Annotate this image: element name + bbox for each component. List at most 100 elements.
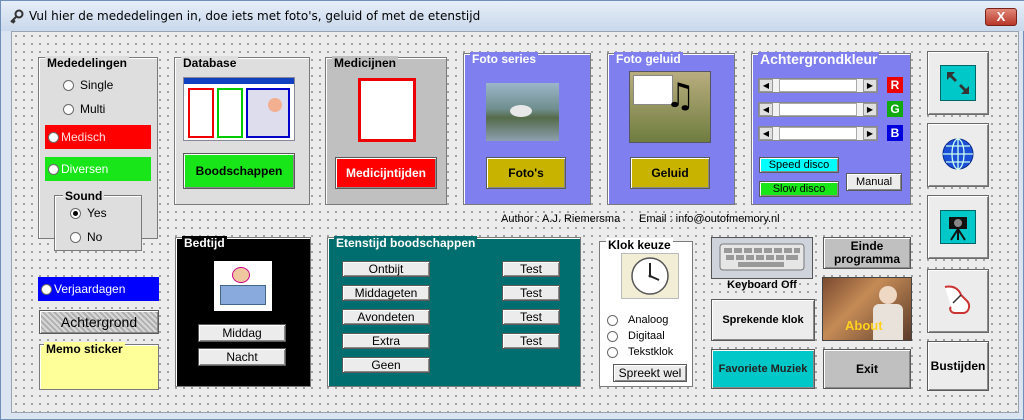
green-scrollbar[interactable]: ◀ ▶ xyxy=(758,102,878,117)
resize-button[interactable] xyxy=(927,51,989,115)
pointer-button[interactable] xyxy=(927,269,989,333)
clock-icon xyxy=(621,253,679,299)
nacht-button[interactable]: Nacht xyxy=(198,348,286,366)
red-scroll-left-icon[interactable]: ◀ xyxy=(759,79,773,92)
achtergrond-button[interactable]: Achtergrond xyxy=(39,310,159,334)
foto-series-title: Foto series xyxy=(470,52,539,66)
sound-yes-circle[interactable] xyxy=(70,207,81,219)
author-label: Author : A.J. Riemersma xyxy=(501,213,621,225)
memo-sticker[interactable]: Memo sticker xyxy=(39,342,159,390)
bedtijd-title: Bedtijd xyxy=(182,236,227,250)
sound-no-label: No xyxy=(87,230,103,244)
diversen-radio-circle[interactable] xyxy=(48,163,59,175)
about-label: About xyxy=(845,318,883,333)
tekstklok-radio-circle[interactable] xyxy=(607,346,618,358)
blue-scroll-thumb[interactable] xyxy=(779,127,857,140)
verjaardagen-radio[interactable]: Verjaardagen xyxy=(38,277,159,301)
meal-button-geen[interactable]: Geen xyxy=(342,357,430,373)
medisch-radio[interactable]: Medisch xyxy=(45,125,151,149)
slow-disco-button[interactable]: Slow disco xyxy=(759,181,839,197)
database-thumbnail xyxy=(183,77,295,141)
window-title: Vul hier de mededelingen in, doe iets me… xyxy=(29,9,481,23)
tekstklok-label: Tekstklok xyxy=(628,346,674,358)
green-scroll-right-icon[interactable]: ▶ xyxy=(863,103,877,116)
title-bar: Vul hier de mededelingen in, doe iets me… xyxy=(1,1,1024,31)
tekstklok-radio[interactable]: Tekstklok xyxy=(607,346,673,358)
fotos-button[interactable]: Foto's xyxy=(486,157,566,189)
medicijntijden-button[interactable]: Medicijntijden xyxy=(335,157,437,189)
manual-button[interactable]: Manual xyxy=(846,173,902,191)
meal-button-avondeten[interactable]: Avondeten xyxy=(342,309,430,325)
green-indicator: G xyxy=(887,101,903,117)
sound-no-radio[interactable]: No xyxy=(70,230,102,244)
einde-programma-button[interactable]: Einde programma xyxy=(823,237,911,269)
foto-series-thumbnail xyxy=(486,83,559,141)
test-button-2[interactable]: Test xyxy=(502,285,560,301)
verjaardagen-label: Verjaardagen xyxy=(54,282,126,296)
bustijden-button[interactable]: Bustijden xyxy=(927,341,989,391)
spreekt-wel-button[interactable]: Spreekt wel xyxy=(613,364,687,382)
red-indicator: R xyxy=(887,77,903,93)
verjaardagen-radio-circle[interactable] xyxy=(41,283,52,295)
multi-radio-circle[interactable] xyxy=(63,103,74,115)
exit-button[interactable]: Exit xyxy=(823,349,911,389)
globe-icon xyxy=(941,137,975,174)
test-button-3[interactable]: Test xyxy=(502,309,560,325)
meal-button-extra[interactable]: Extra xyxy=(342,333,430,349)
internet-button[interactable] xyxy=(927,123,989,187)
medicijnen-thumbnail xyxy=(358,78,416,142)
medisch-radio-circle[interactable] xyxy=(48,131,59,143)
camera-button[interactable] xyxy=(927,195,989,259)
speed-disco-button[interactable]: Speed disco xyxy=(759,157,839,173)
etenstijd-title: Etenstijd boodschappen xyxy=(334,236,478,250)
digitaal-label: Digitaal xyxy=(628,330,665,342)
green-scroll-thumb[interactable] xyxy=(779,103,857,116)
single-label: Single xyxy=(80,78,114,92)
sprekende-klok-button[interactable]: Sprekende klok xyxy=(711,299,815,341)
medicijnen-title: Medicijnen xyxy=(332,56,399,70)
red-scroll-thumb[interactable] xyxy=(779,79,857,92)
middag-button[interactable]: Middag xyxy=(198,324,286,342)
key-icon xyxy=(9,9,25,28)
keyboard-icon[interactable] xyxy=(711,237,813,279)
meal-button-middageten[interactable]: Middageten xyxy=(342,285,430,301)
diversen-radio[interactable]: Diversen xyxy=(45,157,151,181)
digitaal-radio[interactable]: Digitaal xyxy=(607,330,665,342)
blue-indicator: B xyxy=(887,125,903,141)
single-radio-circle[interactable] xyxy=(63,79,74,91)
analoog-radio-circle[interactable] xyxy=(607,314,618,326)
blue-scrollbar[interactable]: ◀ ▶ xyxy=(758,126,878,141)
music-note-icon: ♫ xyxy=(665,76,696,116)
single-radio[interactable]: Single xyxy=(63,78,113,92)
blue-scroll-right-icon[interactable]: ▶ xyxy=(863,127,877,140)
blue-scroll-left-icon[interactable]: ◀ xyxy=(759,127,773,140)
test-button-1[interactable]: Test xyxy=(502,261,560,277)
app-window: Vul hier de mededelingen in, doe iets me… xyxy=(0,0,1024,420)
sound-no-circle[interactable] xyxy=(70,231,81,243)
geluid-button[interactable]: Geluid xyxy=(630,157,710,189)
green-scroll-left-icon[interactable]: ◀ xyxy=(759,103,773,116)
diversen-label: Diversen xyxy=(61,162,109,176)
about-button[interactable]: About xyxy=(822,277,912,341)
analoog-label: Analoog xyxy=(628,314,669,326)
digitaal-radio-circle[interactable] xyxy=(607,330,618,342)
multi-label: Multi xyxy=(80,102,106,116)
email-label: Email : info@outofmemory.nl xyxy=(639,213,780,225)
boodschappen-button[interactable]: Boodschappen xyxy=(183,153,295,189)
close-button[interactable]: X xyxy=(985,8,1017,26)
test-button-4[interactable]: Test xyxy=(502,333,560,349)
favoriete-muziek-button[interactable]: Favoriete Muziek xyxy=(711,349,815,389)
about-photo-figure xyxy=(879,286,897,304)
red-scrollbar[interactable]: ◀ ▶ xyxy=(758,78,878,93)
sound-title: Sound xyxy=(63,189,105,203)
hand-pointer-icon xyxy=(939,281,977,322)
sound-yes-radio[interactable]: Yes xyxy=(70,206,107,220)
resize-arrows-icon xyxy=(940,65,976,101)
analoog-radio[interactable]: Analoog xyxy=(607,314,668,326)
red-scroll-right-icon[interactable]: ▶ xyxy=(863,79,877,92)
multi-radio[interactable]: Multi xyxy=(63,102,105,116)
camera-icon xyxy=(940,210,976,244)
achtergrondkleur-title: Achtergrondkleur xyxy=(758,51,880,67)
meal-button-ontbijt[interactable]: Ontbijt xyxy=(342,261,430,277)
bedtijd-thumbnail xyxy=(214,261,272,311)
